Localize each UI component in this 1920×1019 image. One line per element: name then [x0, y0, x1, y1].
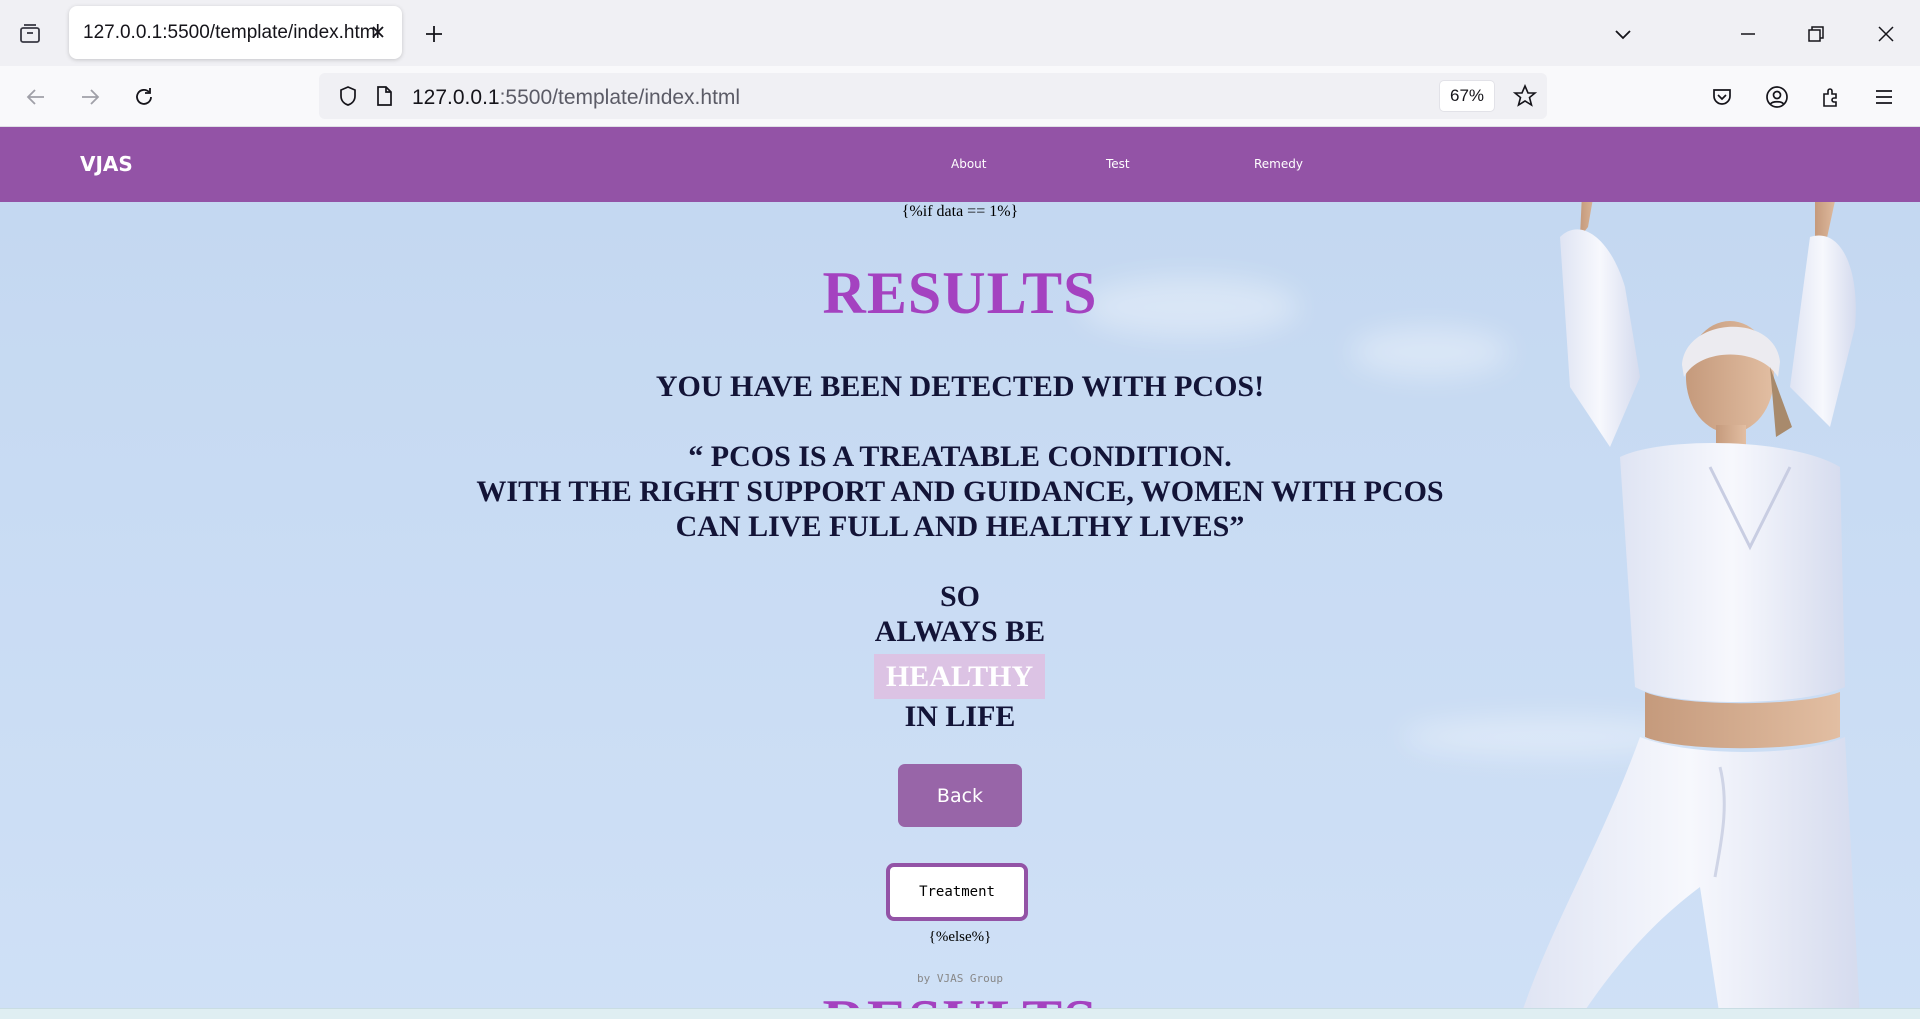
byline-text: by VJAS Group	[916, 972, 1004, 985]
close-window-icon[interactable]	[1868, 16, 1904, 52]
url-text[interactable]: 127.0.0.1:5500/template/index.html	[412, 86, 740, 110]
page-icon[interactable]	[367, 79, 401, 113]
nav-link-about[interactable]: About	[951, 157, 986, 171]
tab-list-icon[interactable]	[14, 18, 46, 50]
quote-line-2: WITH THE RIGHT SUPPORT AND GUIDANCE, WOM…	[476, 475, 1444, 508]
url-host: 127.0.0.1	[412, 86, 500, 109]
new-tab-icon[interactable]	[418, 18, 450, 50]
nav-link-test[interactable]: Test	[1106, 157, 1130, 171]
browser-tab-bar: 127.0.0.1:5500/template/index.html	[0, 0, 1920, 66]
list-all-tabs-icon[interactable]	[1605, 16, 1641, 52]
tab-title: 127.0.0.1:5500/template/index.html	[83, 22, 380, 43]
address-bar[interactable]: 127.0.0.1:5500/template/index.html 67%	[319, 73, 1547, 119]
site-brand-logo[interactable]: VJAS	[80, 152, 133, 176]
back-arrow-icon[interactable]	[19, 80, 53, 114]
forward-arrow-icon[interactable]	[73, 80, 107, 114]
zoom-level-badge[interactable]: 67%	[1440, 81, 1494, 111]
browser-tab-active[interactable]: 127.0.0.1:5500/template/index.html	[69, 6, 402, 59]
extensions-icon[interactable]	[1814, 80, 1848, 114]
reload-icon[interactable]	[127, 80, 161, 114]
template-else-text: {%else%}	[928, 929, 992, 945]
quote-line-3: CAN LIVE FULL AND HEALTHY LIVES”	[675, 510, 1245, 543]
restore-icon[interactable]	[1798, 16, 1834, 52]
nav-link-remedy[interactable]: Remedy	[1254, 157, 1303, 171]
page-viewport: VJAS About Test Remedy {%if data == 1%} …	[0, 127, 1920, 1018]
status-strip	[0, 1008, 1920, 1019]
quote-line-1: “ PCOS IS A TREATABLE CONDITION.	[688, 440, 1232, 473]
always-be-text: ALWAYS BE	[874, 615, 1046, 648]
in-life-text: IN LIFE	[904, 700, 1016, 733]
template-if-text: {%if data == 1%}	[901, 203, 1019, 220]
browser-toolbar: 127.0.0.1:5500/template/index.html 67%	[0, 66, 1920, 127]
minimize-icon[interactable]	[1730, 16, 1766, 52]
shield-icon[interactable]	[331, 79, 365, 113]
url-path: :5500/template/index.html	[499, 86, 741, 109]
back-button[interactable]: Back	[898, 764, 1022, 827]
pocket-icon[interactable]	[1705, 80, 1739, 114]
results-heading: RESULTS	[822, 260, 1098, 326]
site-navbar: VJAS About Test Remedy	[0, 127, 1920, 202]
menu-hamburger-icon[interactable]	[1867, 80, 1901, 114]
close-tab-icon[interactable]	[366, 20, 390, 44]
bookmark-star-icon[interactable]	[1508, 79, 1542, 113]
account-icon[interactable]	[1760, 80, 1794, 114]
detection-message: YOU HAVE BEEN DETECTED WITH PCOS!	[655, 370, 1265, 403]
healthy-highlight: HEALTHY	[874, 654, 1045, 699]
so-text: SO	[939, 580, 981, 613]
treatment-button[interactable]: Treatment	[886, 863, 1028, 921]
